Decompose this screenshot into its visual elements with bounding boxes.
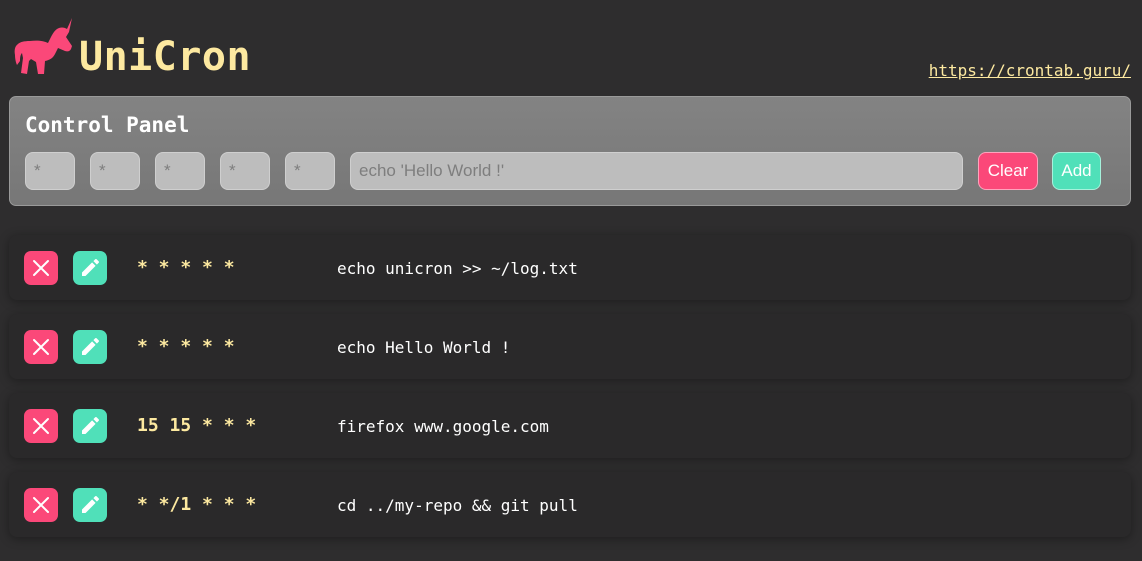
edit-button[interactable] (73, 409, 107, 443)
job-command: firefox www.google.com (337, 417, 549, 436)
app-header: UniCron https://crontab.guru/ (0, 0, 1142, 96)
job-command: echo unicron >> ~/log.txt (337, 259, 578, 278)
job-list: * * * * * echo unicron >> ~/log.txt * * … (9, 235, 1131, 551)
close-icon (33, 339, 49, 355)
job-command: cd ../my-repo && git pull (337, 496, 578, 515)
delete-button[interactable] (24, 488, 58, 522)
panel-title: Control Panel (25, 113, 190, 137)
control-panel: Control Panel Clear Add (9, 96, 1131, 206)
job-row: * */1 * * * cd ../my-repo && git pull (9, 472, 1131, 537)
minute-input[interactable] (25, 152, 75, 190)
app-title: UniCron (79, 34, 252, 80)
edit-button[interactable] (73, 488, 107, 522)
pencil-icon (82, 338, 99, 355)
job-schedule: * */1 * * * (137, 494, 257, 515)
job-row: * * * * * echo unicron >> ~/log.txt (9, 235, 1131, 300)
add-button[interactable]: Add (1052, 152, 1101, 190)
job-row: * * * * * echo Hello World ! (9, 314, 1131, 379)
month-input[interactable] (220, 152, 270, 190)
delete-button[interactable] (24, 330, 58, 364)
crontab-guru-link[interactable]: https://crontab.guru/ (929, 61, 1131, 81)
edit-button[interactable] (73, 251, 107, 285)
job-schedule: * * * * * (137, 336, 235, 357)
delete-button[interactable] (24, 251, 58, 285)
delete-button[interactable] (24, 409, 58, 443)
pencil-icon (82, 259, 99, 276)
job-row: 15 15 * * * firefox www.google.com (9, 393, 1131, 458)
close-icon (33, 497, 49, 513)
job-schedule: * * * * * (137, 257, 235, 278)
clear-button[interactable]: Clear (978, 152, 1038, 190)
pencil-icon (82, 417, 99, 434)
pencil-icon (82, 496, 99, 513)
day-of-month-input[interactable] (155, 152, 205, 190)
job-command: echo Hello World ! (337, 338, 511, 357)
day-of-week-input[interactable] (285, 152, 335, 190)
edit-button[interactable] (73, 330, 107, 364)
unicorn-icon (14, 18, 72, 74)
hour-input[interactable] (90, 152, 140, 190)
close-icon (33, 260, 49, 276)
job-schedule: 15 15 * * * (137, 415, 257, 436)
close-icon (33, 418, 49, 434)
command-input[interactable] (350, 152, 963, 190)
